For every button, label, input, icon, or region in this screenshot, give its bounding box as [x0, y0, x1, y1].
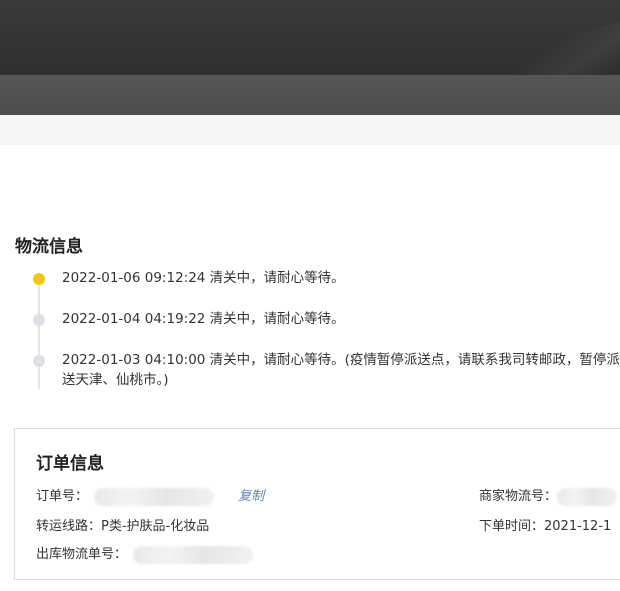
timeline-dot-active [33, 273, 45, 285]
merchant-tracking-row: 商家物流号： [479, 485, 618, 506]
route-value: P类-护肤品-化妆品 [101, 519, 210, 534]
order-time-value: 2021-12-1 [544, 519, 612, 534]
timeline-dot [33, 314, 45, 326]
nav-bar [0, 75, 620, 115]
timeline-dot [33, 355, 45, 367]
merchant-tracking-value-redacted [557, 487, 618, 506]
breadcrumb-strip [0, 115, 620, 145]
order-info-title: 订单信息 [36, 454, 104, 474]
timeline-event-text: 2022-01-04 04:19:22 清关中，请耐心等待。 [62, 311, 345, 327]
order-number-row: 订单号： 复制 [36, 485, 264, 506]
order-time-row: 下单时间：2021-12-1 [479, 515, 611, 534]
merchant-tracking-label: 商家物流号： [479, 489, 558, 504]
logistics-timeline: 2022-01-06 09:12:24 清关中，请耐心等待。 2022-01-0… [0, 265, 620, 405]
order-info-card: 订单信息 订单号： 复制 商家物流号： 转运线路：P类-护肤品-化妆品 下单时间… [14, 428, 620, 580]
route-label: 转运线路： [36, 519, 102, 534]
order-time-label: 下单时间： [479, 519, 545, 534]
banner-decoration [416, 15, 620, 75]
copy-order-number-link[interactable]: 复制 [238, 489, 264, 504]
outbound-number-label: 出库物流单号： [36, 547, 128, 562]
timeline-event-text: 2022-01-03 04:10:00 清关中，请耐心等待。(疫情暂停派送点，请… [62, 352, 620, 388]
header-banner [0, 0, 620, 75]
timeline-event-text: 2022-01-06 09:12:24 清关中，请耐心等待。 [62, 270, 345, 286]
logistics-title: 物流信息 [15, 237, 83, 257]
order-number-value-redacted [94, 487, 215, 506]
outbound-number-row: 出库物流单号： [36, 543, 254, 564]
route-row: 转运线路：P类-护肤品-化妆品 [36, 515, 209, 534]
outbound-number-value-redacted [133, 545, 254, 564]
order-number-label: 订单号： [36, 489, 89, 504]
timeline-line [38, 279, 40, 389]
